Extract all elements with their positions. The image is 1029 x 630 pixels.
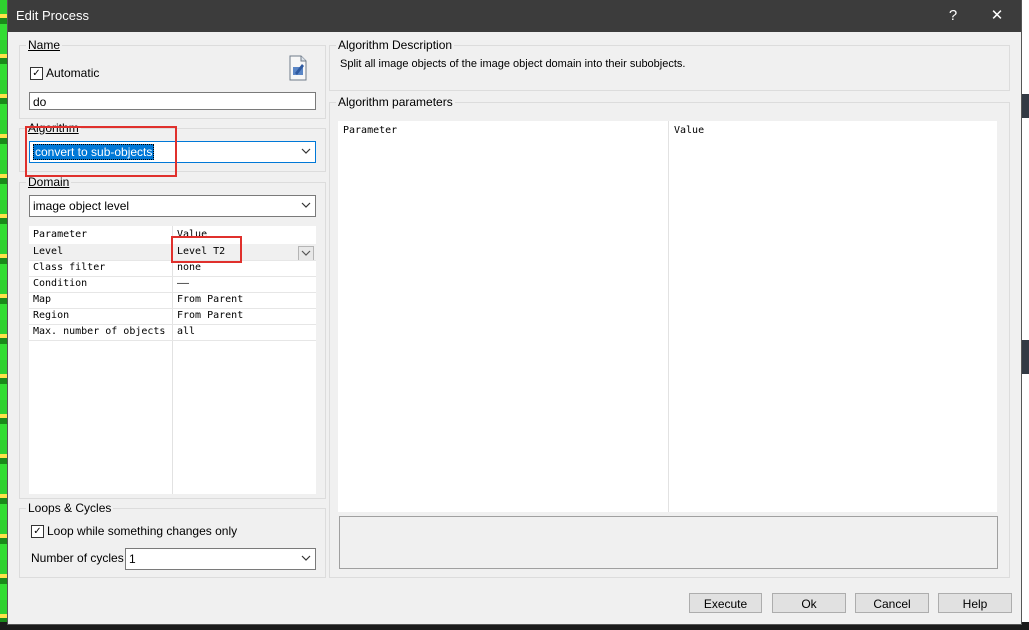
loops-cycles-group: Loops & Cycles ✓ Loop while something ch… bbox=[19, 501, 326, 578]
cancel-button[interactable]: Cancel bbox=[855, 593, 929, 613]
window-title: Edit Process bbox=[16, 8, 89, 23]
params-header-value: Value bbox=[674, 125, 705, 136]
loops-group-label: Loops & Cycles bbox=[26, 501, 114, 515]
chevron-down-icon bbox=[301, 198, 311, 219]
params-header-parameter: Parameter bbox=[343, 125, 398, 136]
edit-process-dialog: Edit Process ? ✕ Name ✓ Automatic do Alg… bbox=[8, 0, 1021, 624]
annotation-highlight-level bbox=[171, 236, 242, 263]
domain-select[interactable]: image object level bbox=[29, 195, 316, 217]
loop-changes-label: Loop while something changes only bbox=[47, 524, 238, 538]
process-name-input[interactable]: do bbox=[29, 92, 316, 110]
description-group-label: Algorithm Description bbox=[336, 38, 455, 52]
parameter-help-box bbox=[339, 516, 998, 569]
level-dropdown-button[interactable] bbox=[298, 246, 314, 261]
table-row-region-param: Region bbox=[33, 310, 70, 321]
annotation-highlight-algorithm bbox=[25, 126, 177, 177]
close-title-button[interactable]: ✕ bbox=[975, 0, 1019, 32]
automatic-checkbox[interactable]: ✓ bbox=[30, 67, 43, 80]
table-row-max-objects-value[interactable]: all bbox=[177, 324, 195, 340]
table-row-map-value[interactable]: From Parent bbox=[177, 292, 243, 308]
document-edit-icon[interactable] bbox=[287, 55, 309, 81]
help-button[interactable]: Help bbox=[938, 593, 1012, 613]
execute-button[interactable]: Execute bbox=[689, 593, 762, 613]
title-bar: Edit Process ? ✕ bbox=[8, 0, 1021, 32]
domain-group-label: Domain bbox=[26, 175, 72, 189]
table-row-max-objects-param: Max. number of objects bbox=[33, 326, 166, 337]
table-row-condition-param: Condition bbox=[33, 278, 88, 289]
name-group: Name ✓ Automatic do bbox=[19, 38, 326, 119]
parameters-group-label: Algorithm parameters bbox=[336, 95, 455, 109]
table-row-class-filter-param: Class filter bbox=[33, 262, 106, 273]
table-row-level-param: Level bbox=[33, 246, 64, 257]
chevron-down-icon bbox=[301, 144, 311, 165]
algorithm-description-text: Split all image objects of the image obj… bbox=[340, 58, 686, 70]
algorithm-description-group: Algorithm Description Split all image ob… bbox=[329, 38, 1010, 91]
chevron-down-icon bbox=[301, 551, 311, 572]
automatic-label: Automatic bbox=[46, 66, 100, 80]
loop-changes-checkbox[interactable]: ✓ bbox=[31, 525, 44, 538]
name-group-label: Name bbox=[26, 38, 63, 52]
domain-group: Domain image object level Parameter Valu… bbox=[19, 175, 326, 499]
help-title-button[interactable]: ? bbox=[931, 0, 975, 32]
table-header-parameter: Parameter bbox=[33, 229, 88, 240]
background-app-right bbox=[1021, 0, 1029, 630]
algorithm-parameters-table: Parameter Value bbox=[338, 121, 997, 512]
domain-selected-value: image object level bbox=[33, 199, 130, 213]
table-row-condition-value[interactable]: —— bbox=[177, 276, 189, 292]
ok-button[interactable]: Ok bbox=[772, 593, 846, 613]
domain-parameter-table: Parameter Value Level Level T2 Class fil… bbox=[29, 226, 316, 494]
algorithm-parameters-group: Algorithm parameters Parameter Value bbox=[329, 95, 1010, 578]
number-of-cycles-label: Number of cycles bbox=[31, 551, 124, 565]
table-row-map-param: Map bbox=[33, 294, 52, 305]
cycles-selected-value: 1 bbox=[129, 552, 136, 566]
number-of-cycles-select[interactable]: 1 bbox=[125, 548, 316, 570]
table-row-region-value[interactable]: From Parent bbox=[177, 308, 243, 324]
